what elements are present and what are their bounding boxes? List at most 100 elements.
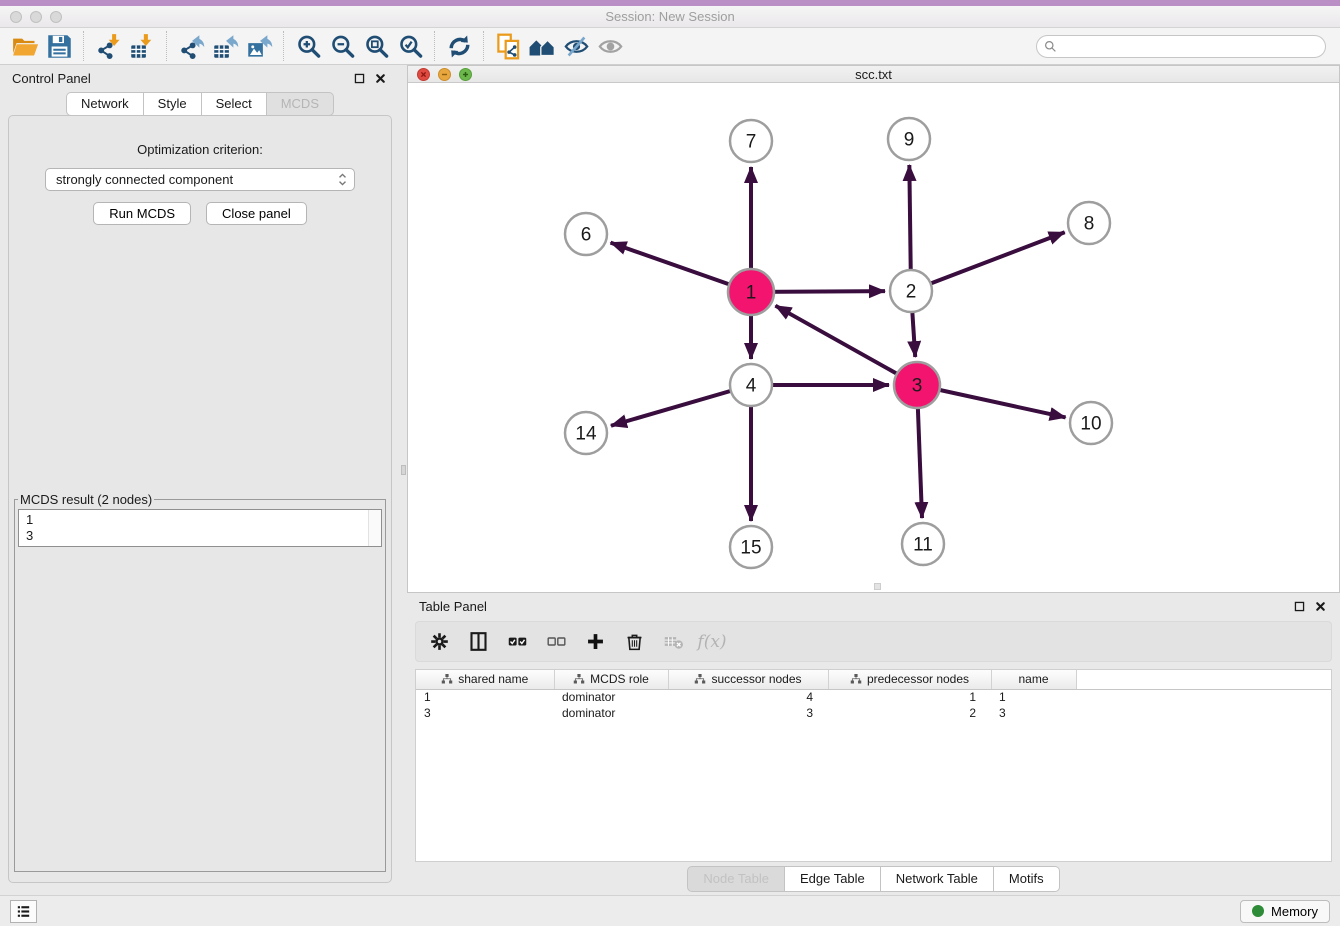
save-session-icon[interactable] [42, 31, 76, 61]
open-file-icon[interactable] [8, 31, 42, 61]
select-stepper-icon [337, 171, 348, 188]
memory-label: Memory [1271, 904, 1318, 919]
search-container [1036, 35, 1326, 58]
mcds-result-line: 1 [26, 512, 363, 528]
optimization-criterion-select[interactable]: strongly connected component [45, 168, 355, 191]
zoom-in-icon[interactable] [291, 31, 325, 61]
column-header-MCDS-role[interactable]: MCDS role [554, 670, 668, 689]
zoom-selected-icon[interactable] [393, 31, 427, 61]
graph-node-11[interactable]: 11 [902, 523, 944, 565]
mcds-result-text[interactable]: 13 [18, 509, 382, 547]
optimization-criterion-label: Optimization criterion: [137, 142, 263, 157]
home-icon[interactable] [525, 31, 559, 61]
hide-panel-icon[interactable] [559, 31, 593, 61]
minimize-view-icon[interactable] [438, 68, 451, 81]
table-cell: 2 [828, 705, 991, 721]
delete-column-icon[interactable] [621, 629, 647, 655]
column-header-predecessor-nodes[interactable]: predecessor nodes [828, 670, 991, 689]
graph-edge-2-8[interactable] [911, 232, 1065, 291]
task-history-button[interactable] [10, 900, 37, 923]
import-network-icon[interactable] [91, 31, 125, 61]
table-cell: 1 [991, 689, 1076, 705]
select-all-icon[interactable] [504, 629, 530, 655]
table-cell: dominator [554, 705, 668, 721]
maximize-view-icon[interactable] [459, 68, 472, 81]
table-cell: 3 [416, 705, 554, 721]
mcds-result-title: MCDS result (2 nodes) [18, 492, 154, 507]
table-cell-filler [1076, 689, 1331, 705]
column-layout-icon[interactable] [465, 629, 491, 655]
node-table-container: shared nameMCDS rolesuccessor nodesprede… [415, 669, 1332, 862]
window-title: Session: New Session [0, 9, 1340, 24]
column-header-shared-name[interactable]: shared name [416, 670, 554, 689]
result-scrollbar[interactable] [368, 510, 381, 546]
tab-select[interactable]: Select [202, 92, 267, 116]
toolbar-separator [283, 31, 284, 61]
control-panel-header: Control Panel [0, 65, 400, 92]
graph-node-1[interactable]: 1 [728, 269, 774, 315]
table-tab-motifs[interactable]: Motifs [994, 866, 1060, 892]
table-settings-icon[interactable] [426, 629, 452, 655]
deselect-all-icon[interactable] [543, 629, 569, 655]
table-tab-node-table[interactable]: Node Table [687, 866, 785, 892]
graph-node-8[interactable]: 8 [1068, 202, 1110, 244]
toolbar-separator [434, 31, 435, 61]
graph-node-3[interactable]: 3 [894, 362, 940, 408]
mcds-result-line: 3 [26, 528, 363, 544]
show-panel-icon [593, 31, 627, 61]
close-table-panel-icon[interactable] [1312, 599, 1328, 615]
export-image-icon[interactable] [242, 31, 276, 61]
column-header-name[interactable]: name [991, 670, 1076, 689]
network-view-window: scc.txt 7968124314101511 [407, 65, 1340, 593]
toolbar-separator [483, 31, 484, 61]
clone-network-icon[interactable] [491, 31, 525, 61]
import-table-icon[interactable] [125, 31, 159, 61]
criterion-value: strongly connected component [56, 172, 337, 187]
table-row[interactable]: 1dominator411 [416, 689, 1331, 705]
graph-node-7[interactable]: 7 [730, 120, 772, 162]
run-mcds-button[interactable]: Run MCDS [93, 202, 191, 225]
table-panel: Table Panel f(x) shared nameMCDS rolesuc… [407, 593, 1340, 895]
zoom-fit-icon[interactable] [359, 31, 393, 61]
delete-table-icon [660, 629, 686, 655]
graph-node-9[interactable]: 9 [888, 118, 930, 160]
graph-node-2[interactable]: 2 [890, 270, 932, 312]
close-view-icon[interactable] [417, 68, 430, 81]
tab-network[interactable]: Network [66, 92, 144, 116]
svg-text:7: 7 [746, 132, 757, 153]
canvas-grip-handle[interactable] [874, 583, 881, 590]
svg-text:4: 4 [746, 376, 757, 397]
table-tabs: Node TableEdge TableNetwork TableMotifs [407, 862, 1340, 895]
network-canvas[interactable]: 7 9 6 8 1 2 4 3 14 10 15 11 [408, 83, 1339, 592]
control-panel: Control Panel NetworkStyleSelectMCDS Opt… [0, 65, 400, 895]
float-panel-icon[interactable] [351, 71, 367, 87]
graph-node-15[interactable]: 15 [730, 526, 772, 568]
close-panel-icon[interactable] [372, 71, 388, 87]
refresh-icon[interactable] [442, 31, 476, 61]
export-table-icon[interactable] [208, 31, 242, 61]
table-row[interactable]: 3dominator323 [416, 705, 1331, 721]
table-cell: 3 [991, 705, 1076, 721]
close-panel-button[interactable]: Close panel [206, 202, 307, 225]
application-window: Session: New Session Control Panel Netwo… [0, 0, 1340, 926]
column-header-successor-nodes[interactable]: successor nodes [668, 670, 828, 689]
table-tab-edge-table[interactable]: Edge Table [785, 866, 881, 892]
float-table-panel-icon[interactable] [1291, 599, 1307, 615]
tab-mcds[interactable]: MCDS [267, 92, 334, 116]
network-graph: 7 9 6 8 1 2 4 3 14 10 15 11 [408, 83, 1339, 587]
graph-node-14[interactable]: 14 [565, 412, 607, 454]
graph-node-6[interactable]: 6 [565, 213, 607, 255]
add-column-icon[interactable] [582, 629, 608, 655]
table-tab-network-table[interactable]: Network Table [881, 866, 994, 892]
mcds-buttons-row: Run MCDS Close panel [93, 202, 306, 225]
tab-style[interactable]: Style [144, 92, 202, 116]
panel-splitter[interactable] [400, 65, 407, 895]
export-network-icon[interactable] [174, 31, 208, 61]
zoom-out-icon[interactable] [325, 31, 359, 61]
search-input[interactable] [1036, 35, 1326, 58]
memory-button[interactable]: Memory [1240, 900, 1330, 923]
graph-node-10[interactable]: 10 [1070, 402, 1112, 444]
graph-edge-3-1[interactable] [775, 306, 917, 385]
graph-node-4[interactable]: 4 [730, 364, 772, 406]
splitter-handle-icon[interactable] [401, 465, 406, 475]
